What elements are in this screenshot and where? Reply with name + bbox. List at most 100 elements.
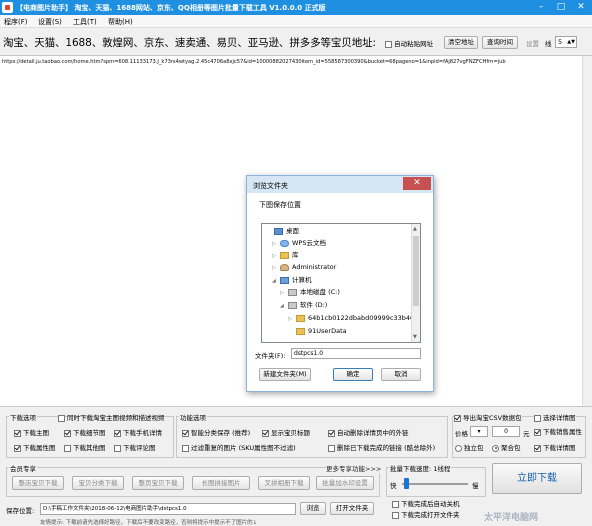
filter-duplicate-option[interactable]: 过滤重复的图片 (SKU属性图不过滤)	[182, 443, 296, 453]
show-title-option[interactable]: 显示宝贝标题	[262, 428, 310, 438]
tree-item-library[interactable]: ▷ 库	[272, 250, 299, 261]
query-time-button[interactable]: 查询时间	[482, 36, 518, 49]
show-title-checkbox[interactable]	[262, 429, 269, 437]
menu-program[interactable]: 程序(F)	[4, 17, 28, 27]
menu-tools[interactable]: 工具(T)	[73, 17, 97, 27]
download-main-option[interactable]: 下载主图	[14, 428, 49, 438]
tree-item-administrator[interactable]: ▷ Administrator	[272, 262, 336, 273]
download-other-option[interactable]: 下载其他图	[64, 443, 106, 453]
save-path-input[interactable]: D:\手稿工作文件夹\2018-06-12\电商图片助手\dstpcs1.0	[40, 503, 296, 515]
auto-shutdown-option[interactable]: 下载完成后自动关机	[392, 499, 460, 509]
download-mobile-checkbox[interactable]	[114, 429, 121, 437]
menu-help[interactable]: 帮助(H)	[108, 17, 133, 27]
folder-label: 文件夹(F):	[255, 352, 286, 360]
open-folder-button[interactable]: 打开文件夹	[330, 502, 374, 515]
smart-category-checkbox[interactable]	[182, 429, 189, 437]
tree-expander[interactable]: ◢	[280, 301, 288, 312]
speed-slider-track[interactable]	[402, 483, 468, 485]
download-main-checkbox[interactable]	[14, 429, 21, 437]
tree-item-wps[interactable]: ▷ WPS云文档	[272, 238, 326, 249]
speed-slider-thumb[interactable]	[404, 478, 409, 489]
select-detail-checkbox[interactable]	[534, 414, 541, 422]
price-input[interactable]: 0	[492, 426, 520, 437]
single-pack-option[interactable]: 独立包	[455, 443, 484, 453]
select-detail-option[interactable]: 选择详情图	[534, 413, 576, 423]
auto-open-folder-option[interactable]: 下载完成打开文件夹	[392, 510, 460, 520]
tree-item-91userdata[interactable]: 91UserData	[288, 326, 347, 337]
minimize-button[interactable]: –	[531, 0, 551, 15]
tree-expander[interactable]: ▷	[288, 314, 296, 325]
thread-count-spinner[interactable]: 5 ▲▼	[555, 36, 577, 48]
smart-category-option[interactable]: 智能分类保存 (推荐)	[182, 428, 250, 438]
category-download-button[interactable]: 宝贝分类下载	[72, 476, 124, 490]
tree-expander[interactable]: ◢	[272, 276, 280, 287]
spinner-arrows-icon[interactable]: ▲▼	[567, 37, 575, 47]
auto-paste-option[interactable]: 自动粘贴网址	[385, 38, 433, 48]
tree-expander[interactable]: ▷	[272, 251, 280, 262]
stitch-image-button[interactable]: 长图拼接图片	[192, 476, 250, 490]
folder-tree[interactable]: 桌面 ▷ WPS云文档 ▷ 库 ▷ Administrator ◢ 计算机 ▷ 本地磁盘 …	[261, 223, 421, 343]
tree-expander[interactable]: ▷	[280, 288, 288, 299]
download-attr-option[interactable]: 下载属性图	[14, 443, 56, 453]
maximize-button[interactable]: □	[551, 0, 571, 15]
tree-item-folder-hash[interactable]: ▷ 64b1cb0122dbabd09999c33b40	[288, 313, 414, 324]
tree-item-computer[interactable]: ◢ 计算机	[272, 275, 312, 286]
auto-shutdown-checkbox[interactable]	[392, 500, 399, 508]
tree-scroll-thumb[interactable]	[413, 236, 419, 306]
tree-expander[interactable]: ▷	[272, 263, 280, 274]
shop-download-button[interactable]: 整店宝贝下载	[12, 476, 64, 490]
dialog-cancel-button[interactable]: 取消	[381, 368, 421, 381]
menu-settings[interactable]: 设置(S)	[38, 17, 62, 27]
url-scrollbar[interactable]	[582, 56, 592, 406]
sync-video-option[interactable]: 同时下载淘宝主图视频和描述视频	[58, 413, 165, 423]
album-download-button[interactable]: 叉拼相册下载	[258, 476, 310, 490]
download-detail-checkbox[interactable]	[64, 429, 71, 437]
clear-url-button[interactable]: 清空地址	[444, 36, 478, 49]
download-detail-img-option[interactable]: 下载详情图	[534, 443, 576, 453]
single-pack-radio[interactable]	[455, 444, 462, 452]
download-comment-option[interactable]: 下载评论图	[114, 443, 156, 453]
tree-item-drive-d[interactable]: ◢ 软件 (D:)	[280, 300, 327, 311]
browse-button[interactable]: 浏览	[300, 502, 326, 515]
page-download-button[interactable]: 整页宝贝下载	[132, 476, 184, 490]
download-other-checkbox[interactable]	[64, 444, 71, 452]
export-csv-option[interactable]: 导出淘宝CSV数据包	[454, 413, 522, 423]
download-comment-checkbox[interactable]	[114, 444, 121, 452]
watermark-settings-button[interactable]: 批量加水印设置	[316, 476, 374, 490]
delete-done-option[interactable]: 删除已下载完成的链接 (酷总除外)	[328, 443, 435, 453]
tree-expander[interactable]: ▷	[272, 239, 280, 250]
price-mode-select[interactable]: ▾	[470, 426, 488, 437]
download-sale-attr-option[interactable]: 下载销售属性	[534, 427, 582, 437]
merge-pack-radio[interactable]	[492, 444, 499, 452]
download-attr-checkbox[interactable]	[14, 444, 21, 452]
drive-icon	[288, 301, 297, 309]
export-csv-checkbox[interactable]	[454, 414, 461, 422]
settings-link[interactable]: 设置	[526, 38, 539, 48]
auto-open-folder-checkbox[interactable]	[392, 511, 399, 519]
download-detail-option[interactable]: 下载细节图	[64, 428, 106, 438]
download-detail-img-checkbox[interactable]	[534, 444, 541, 452]
close-button[interactable]: ✕	[571, 0, 591, 15]
remove-links-checkbox[interactable]	[328, 429, 335, 437]
folder-name-input[interactable]: dstpcs1.0	[291, 348, 421, 359]
tree-item-drive-c[interactable]: ▷ 本地磁盘 (C:)	[280, 287, 340, 298]
dialog-ok-button[interactable]: 确定	[333, 368, 373, 381]
download-mobile-option[interactable]: 下载手机详情	[114, 428, 162, 438]
start-download-button[interactable]: 立即下载	[492, 463, 582, 494]
filter-duplicate-checkbox[interactable]	[182, 444, 189, 452]
more-features-link[interactable]: 更多专享功能>>>	[326, 463, 382, 473]
delete-done-checkbox[interactable]	[328, 444, 335, 452]
new-folder-button[interactable]: 新建文件夹(M)	[259, 368, 311, 381]
dialog-close-button[interactable]: ✕	[403, 177, 431, 190]
merge-pack-option[interactable]: 聚合包	[492, 443, 521, 453]
remove-links-option[interactable]: 自动删除详情页中的外链	[328, 428, 409, 438]
library-icon	[280, 251, 289, 259]
sync-video-checkbox[interactable]	[58, 414, 65, 422]
title-bar: 【电商图片助手】 淘宝、天猫、1688网站、京东、QQ相册等图片批量下载工具 V…	[0, 0, 592, 15]
auto-paste-checkbox[interactable]	[385, 40, 392, 48]
scroll-down-icon[interactable]: ▼	[413, 334, 417, 340]
tree-item-desktop[interactable]: 桌面	[266, 226, 299, 237]
tree-scrollbar[interactable]: ▲ ▼	[411, 224, 420, 342]
scroll-up-icon[interactable]: ▲	[413, 226, 417, 232]
download-sale-attr-checkbox[interactable]	[534, 428, 541, 436]
